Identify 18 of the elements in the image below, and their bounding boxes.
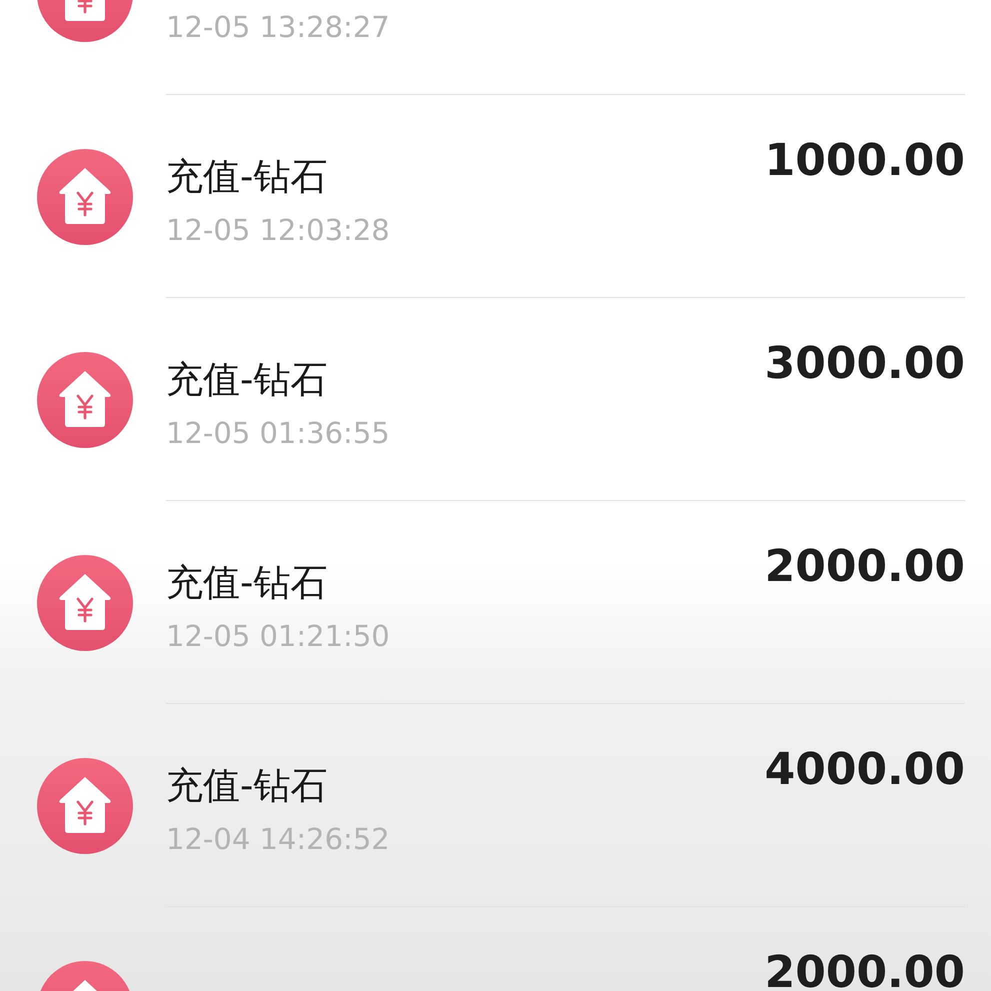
transaction-title: 充值-钻石 [166, 763, 328, 809]
transaction-amount: 1000.00 [764, 135, 965, 188]
transaction-time: 12-05 01:36:55 [166, 415, 390, 452]
transaction-title: 充值-钻石 [166, 357, 328, 403]
transaction-time: 12-05 01:21:50 [166, 618, 390, 655]
transaction-amount: 2000.00 [764, 541, 965, 594]
house-yen-icon [37, 554, 133, 650]
house-yen-icon [37, 758, 133, 854]
transaction-amount: 2000.00 [764, 947, 965, 991]
house-yen-icon [37, 352, 133, 448]
house-yen-icon [37, 148, 133, 244]
transaction-time: 12-04 14:26:52 [166, 821, 390, 858]
transaction-time: 12-05 13:28:27 [166, 9, 390, 46]
transaction-amount: 4000.00 [764, 744, 965, 797]
transaction-title: 充值-钻石 [166, 560, 328, 606]
transaction-time: 12-05 12:03:28 [166, 212, 390, 249]
transaction-amount: 3000.00 [764, 338, 965, 391]
transaction-title: 充值-钻石 [166, 154, 328, 200]
